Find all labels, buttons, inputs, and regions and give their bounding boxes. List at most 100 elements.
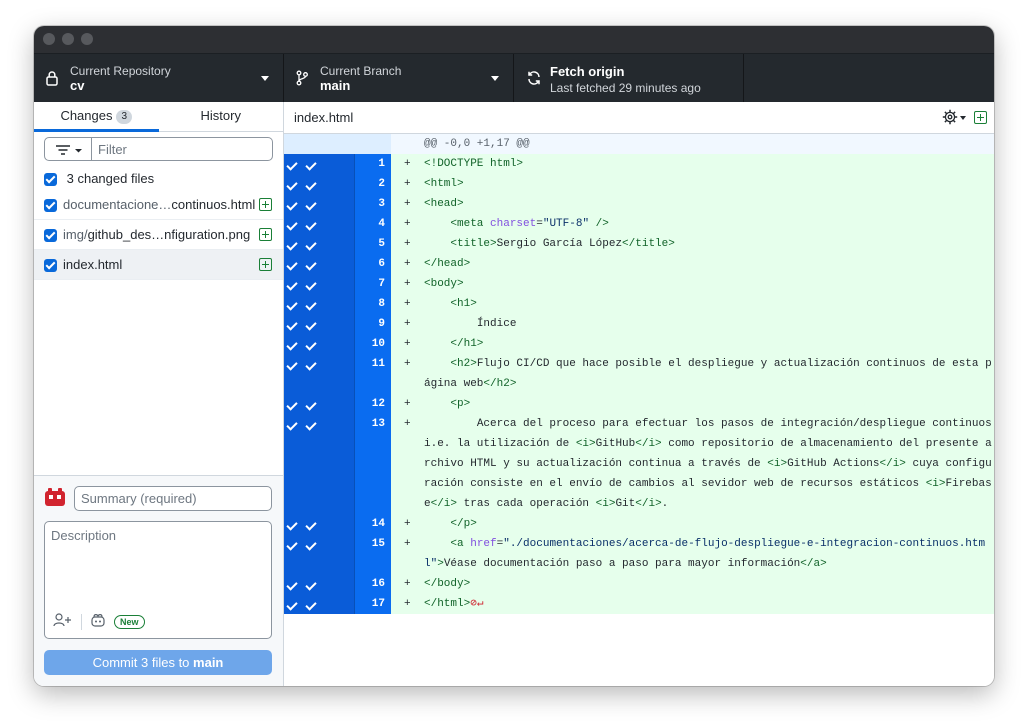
changed-files-count: 3 changed files [66,171,155,186]
list-item[interactable]: img/github_des…nfiguration.png [34,220,283,250]
diff-line[interactable]: 14 + </p> [284,514,994,534]
code-tag: <i> [595,498,616,510]
diff-line[interactable]: 17 + </html>⊘↵ [284,594,994,614]
commit-button-branch: main [193,655,224,670]
minimize-window-button[interactable] [62,33,74,45]
select-all-checkbox[interactable] [44,173,57,187]
code-attribute-value: "UTF-8" [542,218,590,230]
added-line-marker: + [404,158,411,170]
description-field[interactable]: Description New [44,521,272,639]
file-added-icon [974,111,987,124]
added-line-marker: + [404,298,411,310]
line-selection-gutter[interactable] [284,414,354,514]
added-line-marker: + [404,418,411,430]
add-coauthor-icon[interactable] [53,613,73,630]
file-checkbox[interactable] [44,259,57,273]
zoom-window-button[interactable] [81,33,93,45]
diff-line[interactable]: 8 + <h1> [284,294,994,314]
copilot-icon[interactable] [90,613,106,630]
line-number[interactable]: 16 [354,574,391,594]
diff-line[interactable]: 13 + Acerca del proceso para efectuar los… [284,414,994,514]
filter-icon [56,145,82,155]
code-line: </p> [424,514,994,534]
file-path: documentacione… [63,197,172,212]
avatar [44,487,66,507]
sidebar: Changes3 History 3 changed files documen… [34,102,284,686]
diff-line[interactable]: 5 + <title>Sergio García López</title> [284,234,994,254]
diff-panel: index.html @@ -0,0 +1,17 @@ 1 + <!DOCTYPE … [284,102,994,686]
code-line: <h1> [424,294,994,314]
line-number[interactable]: 11 [354,354,391,394]
code-line: <meta charset="UTF-8" /> [424,214,994,234]
chevron-down-icon[interactable] [960,116,966,120]
diff-line[interactable]: 10 + </h1> [284,334,994,354]
diff-line[interactable]: 11 + <h2>Flujo CI/CD que hace posible el … [284,354,994,394]
code-tag: <a [450,538,471,550]
line-number[interactable]: 7 [354,274,391,294]
commit-button[interactable]: Commit 3 files to main [44,650,272,675]
code-tag: <meta [450,218,491,230]
diff-line[interactable]: 3 + <head> [284,194,994,214]
added-line-marker: + [404,238,411,250]
line-number[interactable]: 4 [354,214,391,234]
added-line-marker: + [404,218,411,230]
line-number[interactable]: 13 [354,414,391,514]
commit-button-label: Commit 3 files to [92,655,194,670]
tab-changes[interactable]: Changes 3 [34,102,159,132]
line-number[interactable]: 8 [354,294,391,314]
filter-options-button[interactable] [44,137,92,161]
code-text: . [661,498,669,510]
code-tag: <h1> [450,298,477,310]
list-item[interactable]: index.html [34,250,283,280]
chevron-down-icon [491,76,499,81]
line-number[interactable]: 14 [354,514,391,534]
fetch-origin-button[interactable]: Fetch origin Last fetched 29 minutes ago [514,54,744,103]
code-tag: <!DOCTYPE html> [424,158,524,170]
line-number[interactable]: 3 [354,194,391,214]
line-number[interactable]: 12 [354,394,391,414]
diff-line[interactable]: 6 + </head> [284,254,994,274]
diff-line[interactable]: 16 + </body> [284,574,994,594]
current-repository-button[interactable]: Current Repository cv [34,54,284,103]
code-text: = [536,218,543,230]
file-checkbox[interactable] [44,199,57,213]
line-number[interactable]: 1 [354,154,391,174]
line-number[interactable]: 5 [354,234,391,254]
summary-input[interactable] [74,486,272,511]
select-all-files[interactable]: 3 changed files [44,168,154,190]
file-checkbox[interactable] [44,229,57,243]
code-tag: <html> [424,178,464,190]
code-line: <!DOCTYPE html> [424,154,994,174]
line-number[interactable]: 17 [354,594,391,614]
current-branch-button[interactable]: Current Branch main [284,54,514,103]
new-badge: New [114,614,145,629]
line-number[interactable]: 2 [354,174,391,194]
diff-line[interactable]: 1 + <!DOCTYPE html> [284,154,994,174]
list-item[interactable]: documentacione…continuos.html [34,190,283,220]
current-repository-label: Current Repository [70,64,171,78]
diff-view: @@ -0,0 +1,17 @@ 1 + <!DOCTYPE html> 2 + <htm… [284,134,994,614]
tab-history[interactable]: History [159,102,284,131]
line-number[interactable]: 9 [354,314,391,334]
diff-line[interactable]: 2 + <html> [284,174,994,194]
gear-icon[interactable] [942,109,958,128]
line-number[interactable]: 15 [354,534,391,574]
code-line: Índice [424,314,994,334]
code-tag: </a> [800,558,827,570]
line-number[interactable]: 6 [354,254,391,274]
diff-line[interactable]: 4 + <meta charset="UTF-8" /> [284,214,994,234]
diff-line[interactable]: 12 + <p> [284,394,994,414]
line-number[interactable]: 10 [354,334,391,354]
added-line-marker: + [404,598,411,610]
diff-line[interactable]: 9 + Índice [284,314,994,334]
filter-input[interactable] [92,137,273,161]
code-tag: </p> [450,518,477,530]
code-tag: </i> [635,498,662,510]
close-window-button[interactable] [43,33,55,45]
code-text: Git [615,498,636,510]
diff-line[interactable]: 15 + <a href="./documentaciones/acerca-de… [284,534,994,574]
diff-line[interactable]: 7 + <body> [284,274,994,294]
hunk-gutter [284,134,391,154]
